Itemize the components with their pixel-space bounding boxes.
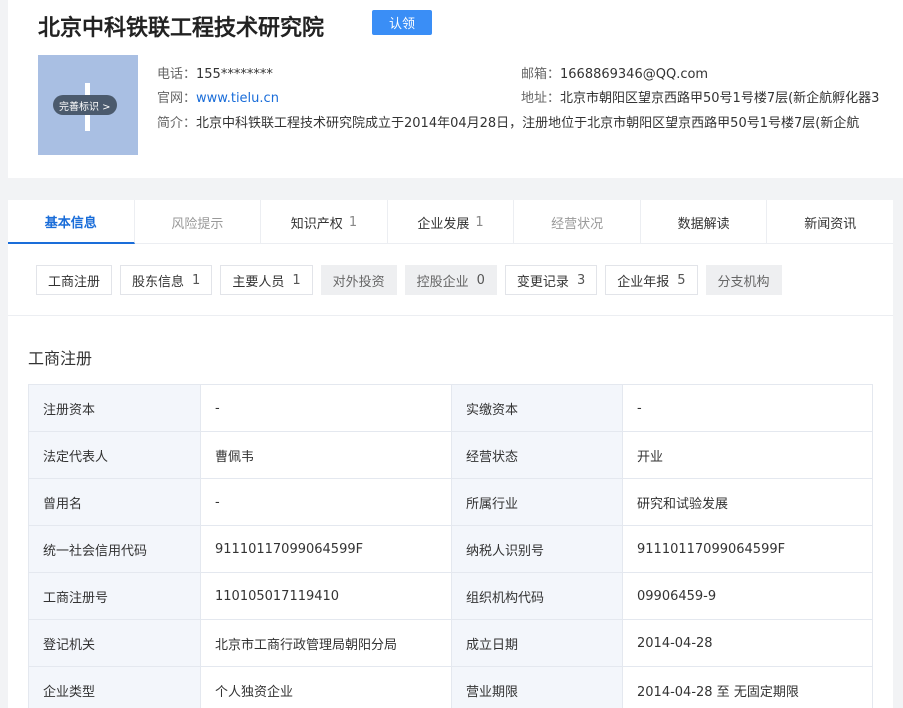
phone-value: 155********	[196, 67, 273, 82]
subtab-label: 分支机构	[717, 274, 770, 290]
email-value: 1668869346@QQ.com	[560, 67, 709, 82]
field-value: 曹佩韦	[200, 431, 452, 479]
address-value: 北京市朝阳区望京西路甲50号1号楼7层(新企航孵化器3	[560, 91, 880, 106]
company-logo[interactable]: 完善标识 >	[38, 55, 138, 155]
sub-tabs: 工商注册 股东信息 1 主要人员 1 对外投资 控股企业 0 变更记录 3 企业年报 5 …	[36, 265, 790, 295]
field-label: 曾用名	[28, 478, 201, 526]
field-value: -	[200, 384, 452, 432]
tab-operations[interactable]: 经营状况	[514, 200, 641, 244]
subtab-label: 股东信息	[132, 274, 185, 290]
intro-value: 北京中科铁联工程技术研究院成立于2014年04月28日，注册地位于北京市朝阳区望…	[196, 116, 860, 131]
tab-label: 新闻资讯	[804, 216, 857, 232]
address-label: 地址：	[521, 91, 561, 106]
field-value: 2014-04-28 至 无固定期限	[622, 666, 873, 708]
field-label: 工商注册号	[28, 572, 201, 620]
tab-label: 知识产权	[290, 216, 343, 232]
section-title: 工商注册	[28, 349, 93, 368]
field-value: 91110117099064599F	[622, 525, 873, 573]
subtab-shareholders[interactable]: 股东信息 1	[120, 265, 213, 295]
field-value: 110105017119410	[200, 572, 452, 620]
field-label: 统一社会信用代码	[28, 525, 201, 573]
subtab-key-personnel[interactable]: 主要人员 1	[220, 265, 313, 295]
field-label: 企业类型	[28, 666, 201, 708]
intro-row: 简介：北京中科铁联工程技术研究院成立于2014年04月28日，注册地位于北京市朝…	[157, 112, 903, 131]
intro-label: 简介：	[157, 116, 197, 131]
field-label: 注册资本	[28, 384, 201, 432]
field-label: 营业期限	[451, 666, 623, 708]
field-value: 09906459-9	[622, 572, 873, 620]
claim-button[interactable]: 认领	[372, 10, 432, 35]
tab-label: 风险提示	[171, 216, 224, 232]
table-row: 注册资本 - 实缴资本 -	[28, 384, 873, 432]
tab-label: 数据解读	[677, 216, 730, 232]
subtab-label: 变更记录	[516, 274, 569, 290]
tab-count: 1	[348, 214, 358, 230]
website-label: 官网：	[157, 91, 197, 106]
tab-label: 企业发展	[417, 216, 470, 232]
field-label: 所属行业	[451, 478, 623, 526]
subtab-business-registration[interactable]: 工商注册	[36, 265, 113, 295]
field-label: 组织机构代码	[451, 572, 623, 620]
field-value: -	[622, 384, 873, 432]
field-value: 北京市工商行政管理局朝阳分局	[200, 619, 452, 667]
subtab-label: 工商注册	[48, 274, 101, 290]
field-value: 2014-04-28	[622, 619, 873, 667]
field-value: 个人独资企业	[200, 666, 452, 708]
field-value: -	[200, 478, 452, 526]
field-label: 纳税人识别号	[451, 525, 623, 573]
tab-basic-info[interactable]: 基本信息	[8, 200, 135, 244]
field-label: 法定代表人	[28, 431, 201, 479]
website-link[interactable]: www.tielu.cn	[196, 91, 279, 106]
subtab-label: 控股企业	[416, 274, 469, 290]
company-name: 北京中科铁联工程技术研究院	[38, 16, 325, 41]
subtab-annual-reports[interactable]: 企业年报 5	[605, 265, 698, 295]
tab-count: 1	[475, 214, 484, 230]
table-row: 工商注册号 110105017119410 组织机构代码 09906459-9	[28, 572, 873, 620]
main-panel: 工商注册 股东信息 1 主要人员 1 对外投资 控股企业 0 变更记录 3 企业年报 5 …	[8, 244, 893, 708]
table-row: 曾用名 - 所属行业 研究和试验发展	[28, 478, 873, 526]
field-label: 登记机关	[28, 619, 201, 667]
complete-logo-link[interactable]: 完善标识 >	[53, 95, 117, 115]
field-value: 91110117099064599F	[200, 525, 452, 573]
subtab-count: 5	[677, 272, 686, 288]
tab-risk[interactable]: 风险提示	[135, 200, 262, 244]
subtab-investments[interactable]: 对外投资	[320, 265, 397, 295]
company-header: 北京中科铁联工程技术研究院 认领 完善标识 > 电话：155******** 邮…	[8, 0, 903, 178]
table-row: 登记机关 北京市工商行政管理局朝阳分局 成立日期 2014-04-28	[28, 619, 873, 667]
table-row: 统一社会信用代码 91110117099064599F 纳税人识别号 91110…	[28, 525, 873, 573]
field-value: 研究和试验发展	[622, 478, 873, 526]
subtab-label: 对外投资	[332, 274, 385, 290]
subtab-label: 企业年报	[617, 274, 670, 290]
registration-table: 注册资本 - 实缴资本 - 法定代表人 曹佩韦 经营状态 开业 曾用名 - 所属…	[28, 384, 873, 708]
divider	[8, 315, 893, 316]
field-value: 开业	[622, 431, 873, 479]
field-label: 成立日期	[451, 619, 623, 667]
website-row: 官网：www.tielu.cn	[157, 87, 279, 106]
tab-data-analysis[interactable]: 数据解读	[641, 200, 768, 244]
email-row: 邮箱：1668869346@QQ.com	[521, 63, 708, 82]
table-row: 企业类型 个人独资企业 营业期限 2014-04-28 至 无固定期限	[28, 666, 873, 708]
phone-row: 电话：155********	[157, 63, 273, 82]
table-row: 法定代表人 曹佩韦 经营状态 开业	[28, 431, 873, 479]
field-label: 实缴资本	[451, 384, 623, 432]
tab-ip[interactable]: 知识产权 1	[261, 200, 388, 244]
subtab-count: 3	[576, 272, 586, 288]
subtab-branches[interactable]: 分支机构	[705, 265, 782, 295]
subtab-holdings[interactable]: 控股企业 0	[404, 265, 497, 295]
tab-label: 经营状况	[551, 216, 604, 232]
email-label: 邮箱：	[521, 67, 561, 82]
field-label: 经营状态	[451, 431, 623, 479]
subtab-count: 1	[292, 272, 301, 288]
main-tabs: 基本信息 风险提示 知识产权 1 企业发展 1 经营状况 数据解读 新闻资讯	[8, 200, 893, 244]
address-row: 地址：北京市朝阳区望京西路甲50号1号楼7层(新企航孵化器3	[521, 87, 903, 106]
tab-news[interactable]: 新闻资讯	[767, 200, 893, 244]
phone-label: 电话：	[157, 67, 197, 82]
subtab-count: 1	[192, 272, 201, 288]
tab-label: 基本信息	[44, 215, 97, 231]
tab-development[interactable]: 企业发展 1	[388, 200, 515, 244]
subtab-count: 0	[476, 272, 485, 288]
subtab-label: 主要人员	[232, 274, 285, 290]
subtab-change-records[interactable]: 变更记录 3	[504, 265, 598, 295]
